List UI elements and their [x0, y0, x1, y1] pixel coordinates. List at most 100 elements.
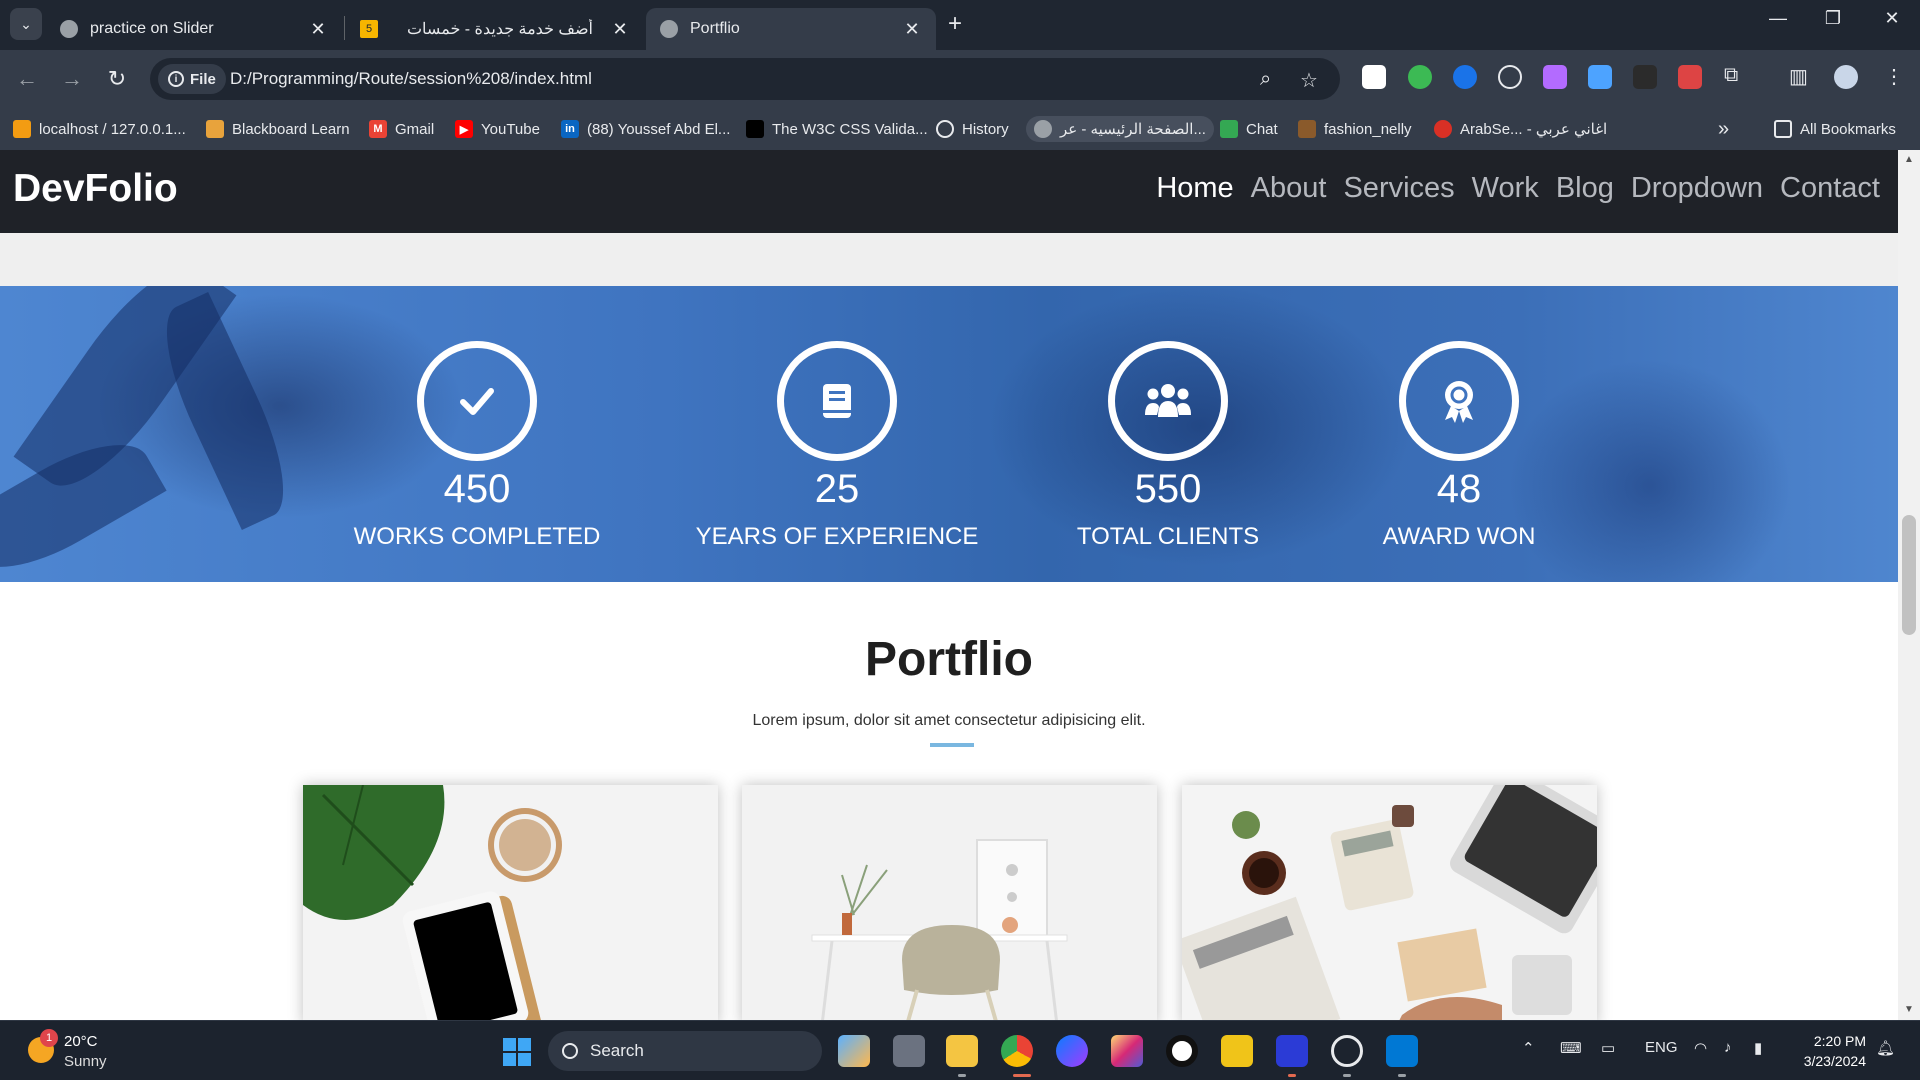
- vscode-app-icon[interactable]: [1386, 1035, 1418, 1067]
- new-tab-button[interactable]: +: [948, 10, 962, 38]
- counter-ring: [777, 341, 897, 461]
- bookmark-arabic-home[interactable]: الصفحة الرئيسيه - عر...: [1026, 116, 1214, 142]
- nav-home[interactable]: Home: [1156, 172, 1233, 205]
- counter-label: TOTAL CLIENTS: [1076, 523, 1260, 550]
- extension-grid-icon[interactable]: [1678, 65, 1702, 89]
- nav-dropdown[interactable]: Dropdown: [1631, 172, 1763, 205]
- reload-button[interactable]: ↻: [100, 62, 134, 96]
- address-bar[interactable]: i File D:/Programming/Route/session%208/…: [150, 58, 1340, 100]
- battery-icon[interactable]: ▮: [1754, 1039, 1762, 1057]
- profile-avatar[interactable]: [1834, 65, 1858, 89]
- chevron-down-icon: ⌄: [20, 15, 32, 32]
- counter-ring: [417, 341, 537, 461]
- side-panel-icon[interactable]: ▥: [1789, 64, 1808, 89]
- bookmark-youtube[interactable]: ▶ YouTube: [455, 116, 540, 142]
- running-indicator: [958, 1074, 966, 1077]
- arrow-right-icon: →: [61, 66, 83, 91]
- scrollbar-thumb[interactable]: [1902, 515, 1916, 635]
- instagram-app-icon[interactable]: [1111, 1035, 1143, 1067]
- running-indicator: [1288, 1074, 1296, 1077]
- nav-work[interactable]: Work: [1472, 172, 1539, 205]
- chevron-double-right-icon: »: [1718, 117, 1730, 140]
- minimize-button[interactable]: —: [1758, 8, 1798, 29]
- tab-search-button[interactable]: ⌄: [10, 8, 42, 40]
- extension-react-icon[interactable]: [1498, 65, 1522, 89]
- file-explorer-icon[interactable]: [946, 1035, 978, 1067]
- chrome-app-icon[interactable]: [1001, 1035, 1033, 1067]
- fashion-icon: [1298, 120, 1316, 138]
- task-view-icon[interactable]: [893, 1035, 925, 1067]
- system-clock[interactable]: 2:20 PM 3/23/2024: [1796, 1031, 1866, 1071]
- nav-contact[interactable]: Contact: [1780, 172, 1880, 205]
- extension-b-icon[interactable]: [1362, 65, 1386, 89]
- close-icon[interactable]: ✕: [308, 19, 328, 40]
- scroll-down-icon[interactable]: ▼: [1898, 1004, 1920, 1015]
- bookmarks-overflow-button[interactable]: »: [1718, 116, 1729, 142]
- close-icon[interactable]: ✕: [902, 19, 922, 40]
- globe-icon: [60, 20, 78, 38]
- chevron-up-icon[interactable]: ⌃: [1522, 1039, 1535, 1057]
- portfolio-card[interactable]: [742, 785, 1157, 1020]
- l-app-icon[interactable]: [1276, 1035, 1308, 1067]
- scroll-up-icon[interactable]: ▲: [1898, 154, 1920, 165]
- history-icon: [936, 120, 954, 138]
- xampp-app-icon[interactable]: [1221, 1035, 1253, 1067]
- zoom-icon[interactable]: ⌕: [1260, 68, 1271, 91]
- bookmark-arabseed[interactable]: ArabSe... - اغاني عربي: [1434, 116, 1607, 142]
- windows-start-button[interactable]: [503, 1038, 531, 1066]
- running-indicator: [1343, 1074, 1351, 1077]
- running-indicator: [1013, 1074, 1031, 1077]
- nav-about[interactable]: About: [1251, 172, 1327, 205]
- bookmark-gmail[interactable]: M Gmail: [369, 116, 434, 142]
- volume-icon[interactable]: ♪: [1724, 1039, 1732, 1056]
- close-icon[interactable]: ✕: [610, 19, 630, 40]
- bookmark-history[interactable]: History: [936, 116, 1009, 142]
- extension-purple-icon[interactable]: [1543, 65, 1567, 89]
- nav-blog[interactable]: Blog: [1556, 172, 1614, 205]
- all-bookmarks-button[interactable]: All Bookmarks: [1774, 116, 1896, 142]
- counter-number: 25: [814, 467, 860, 511]
- tab-khamsat[interactable]: 5 أضف خدمة جديدة - خمسات ✕: [346, 8, 644, 50]
- back-button[interactable]: ←: [10, 62, 44, 96]
- bookmark-star-icon[interactable]: ☆: [1300, 68, 1318, 93]
- bookmark-blackboard[interactable]: Blackboard Learn: [206, 116, 350, 142]
- page-scrollbar[interactable]: ▲ ▼: [1898, 150, 1920, 1020]
- extension-globe-icon[interactable]: [1408, 65, 1432, 89]
- portfolio-image-business-desk: [1182, 785, 1597, 1020]
- portfolio-card[interactable]: [303, 785, 718, 1020]
- globe-icon: [660, 20, 678, 38]
- menu-kebab-icon[interactable]: ⋮: [1884, 64, 1904, 89]
- restore-button[interactable]: ❐: [1813, 8, 1853, 29]
- extension-download-icon[interactable]: [1588, 65, 1612, 89]
- bookmark-chat[interactable]: Chat: [1220, 116, 1278, 142]
- forward-button[interactable]: →: [55, 62, 89, 96]
- tab-portflio[interactable]: Portflio ✕: [646, 8, 936, 50]
- weather-temperature[interactable]: 20°C: [64, 1033, 98, 1050]
- site-brand[interactable]: DevFolio: [13, 167, 178, 211]
- site-info-chip[interactable]: i File: [158, 64, 226, 94]
- keyboard-icon[interactable]: ⌨: [1560, 1039, 1582, 1057]
- tab-practice-on-slider[interactable]: practice on Slider ✕: [46, 8, 342, 50]
- media-player-icon[interactable]: [1331, 1035, 1363, 1067]
- portfolio-card[interactable]: [1182, 785, 1597, 1020]
- weather-condition[interactable]: Sunny: [64, 1053, 107, 1070]
- url-text[interactable]: D:/Programming/Route/session%208/index.h…: [230, 69, 592, 89]
- tablet-icon[interactable]: ▭: [1601, 1039, 1615, 1057]
- bookmark-w3c[interactable]: The W3C CSS Valida...: [746, 116, 928, 142]
- nav-services[interactable]: Services: [1343, 172, 1454, 205]
- extension-cursor-icon[interactable]: [1633, 65, 1657, 89]
- bookmark-localhost[interactable]: localhost / 127.0.0.1...: [13, 116, 186, 142]
- recorder-app-icon[interactable]: [1166, 1035, 1198, 1067]
- extensions-puzzle-icon[interactable]: ⧉: [1724, 64, 1738, 87]
- messenger-app-icon[interactable]: [1056, 1035, 1088, 1067]
- copilot-app-icon[interactable]: [838, 1035, 870, 1067]
- notification-badge: 1: [40, 1029, 58, 1047]
- wifi-icon[interactable]: ◠: [1694, 1039, 1707, 1057]
- extension-shazam-icon[interactable]: [1453, 65, 1477, 89]
- bookmark-fashion-nelly[interactable]: fashion_nelly: [1298, 116, 1412, 142]
- bookmark-linkedin[interactable]: in (88) Youssef Abd El...: [561, 116, 730, 142]
- input-language[interactable]: ENG: [1645, 1039, 1678, 1056]
- taskbar-search[interactable]: Search: [548, 1031, 822, 1071]
- notification-bell-icon[interactable]: 🔔︎: [1876, 1039, 1895, 1057]
- close-window-button[interactable]: ✕: [1872, 8, 1912, 29]
